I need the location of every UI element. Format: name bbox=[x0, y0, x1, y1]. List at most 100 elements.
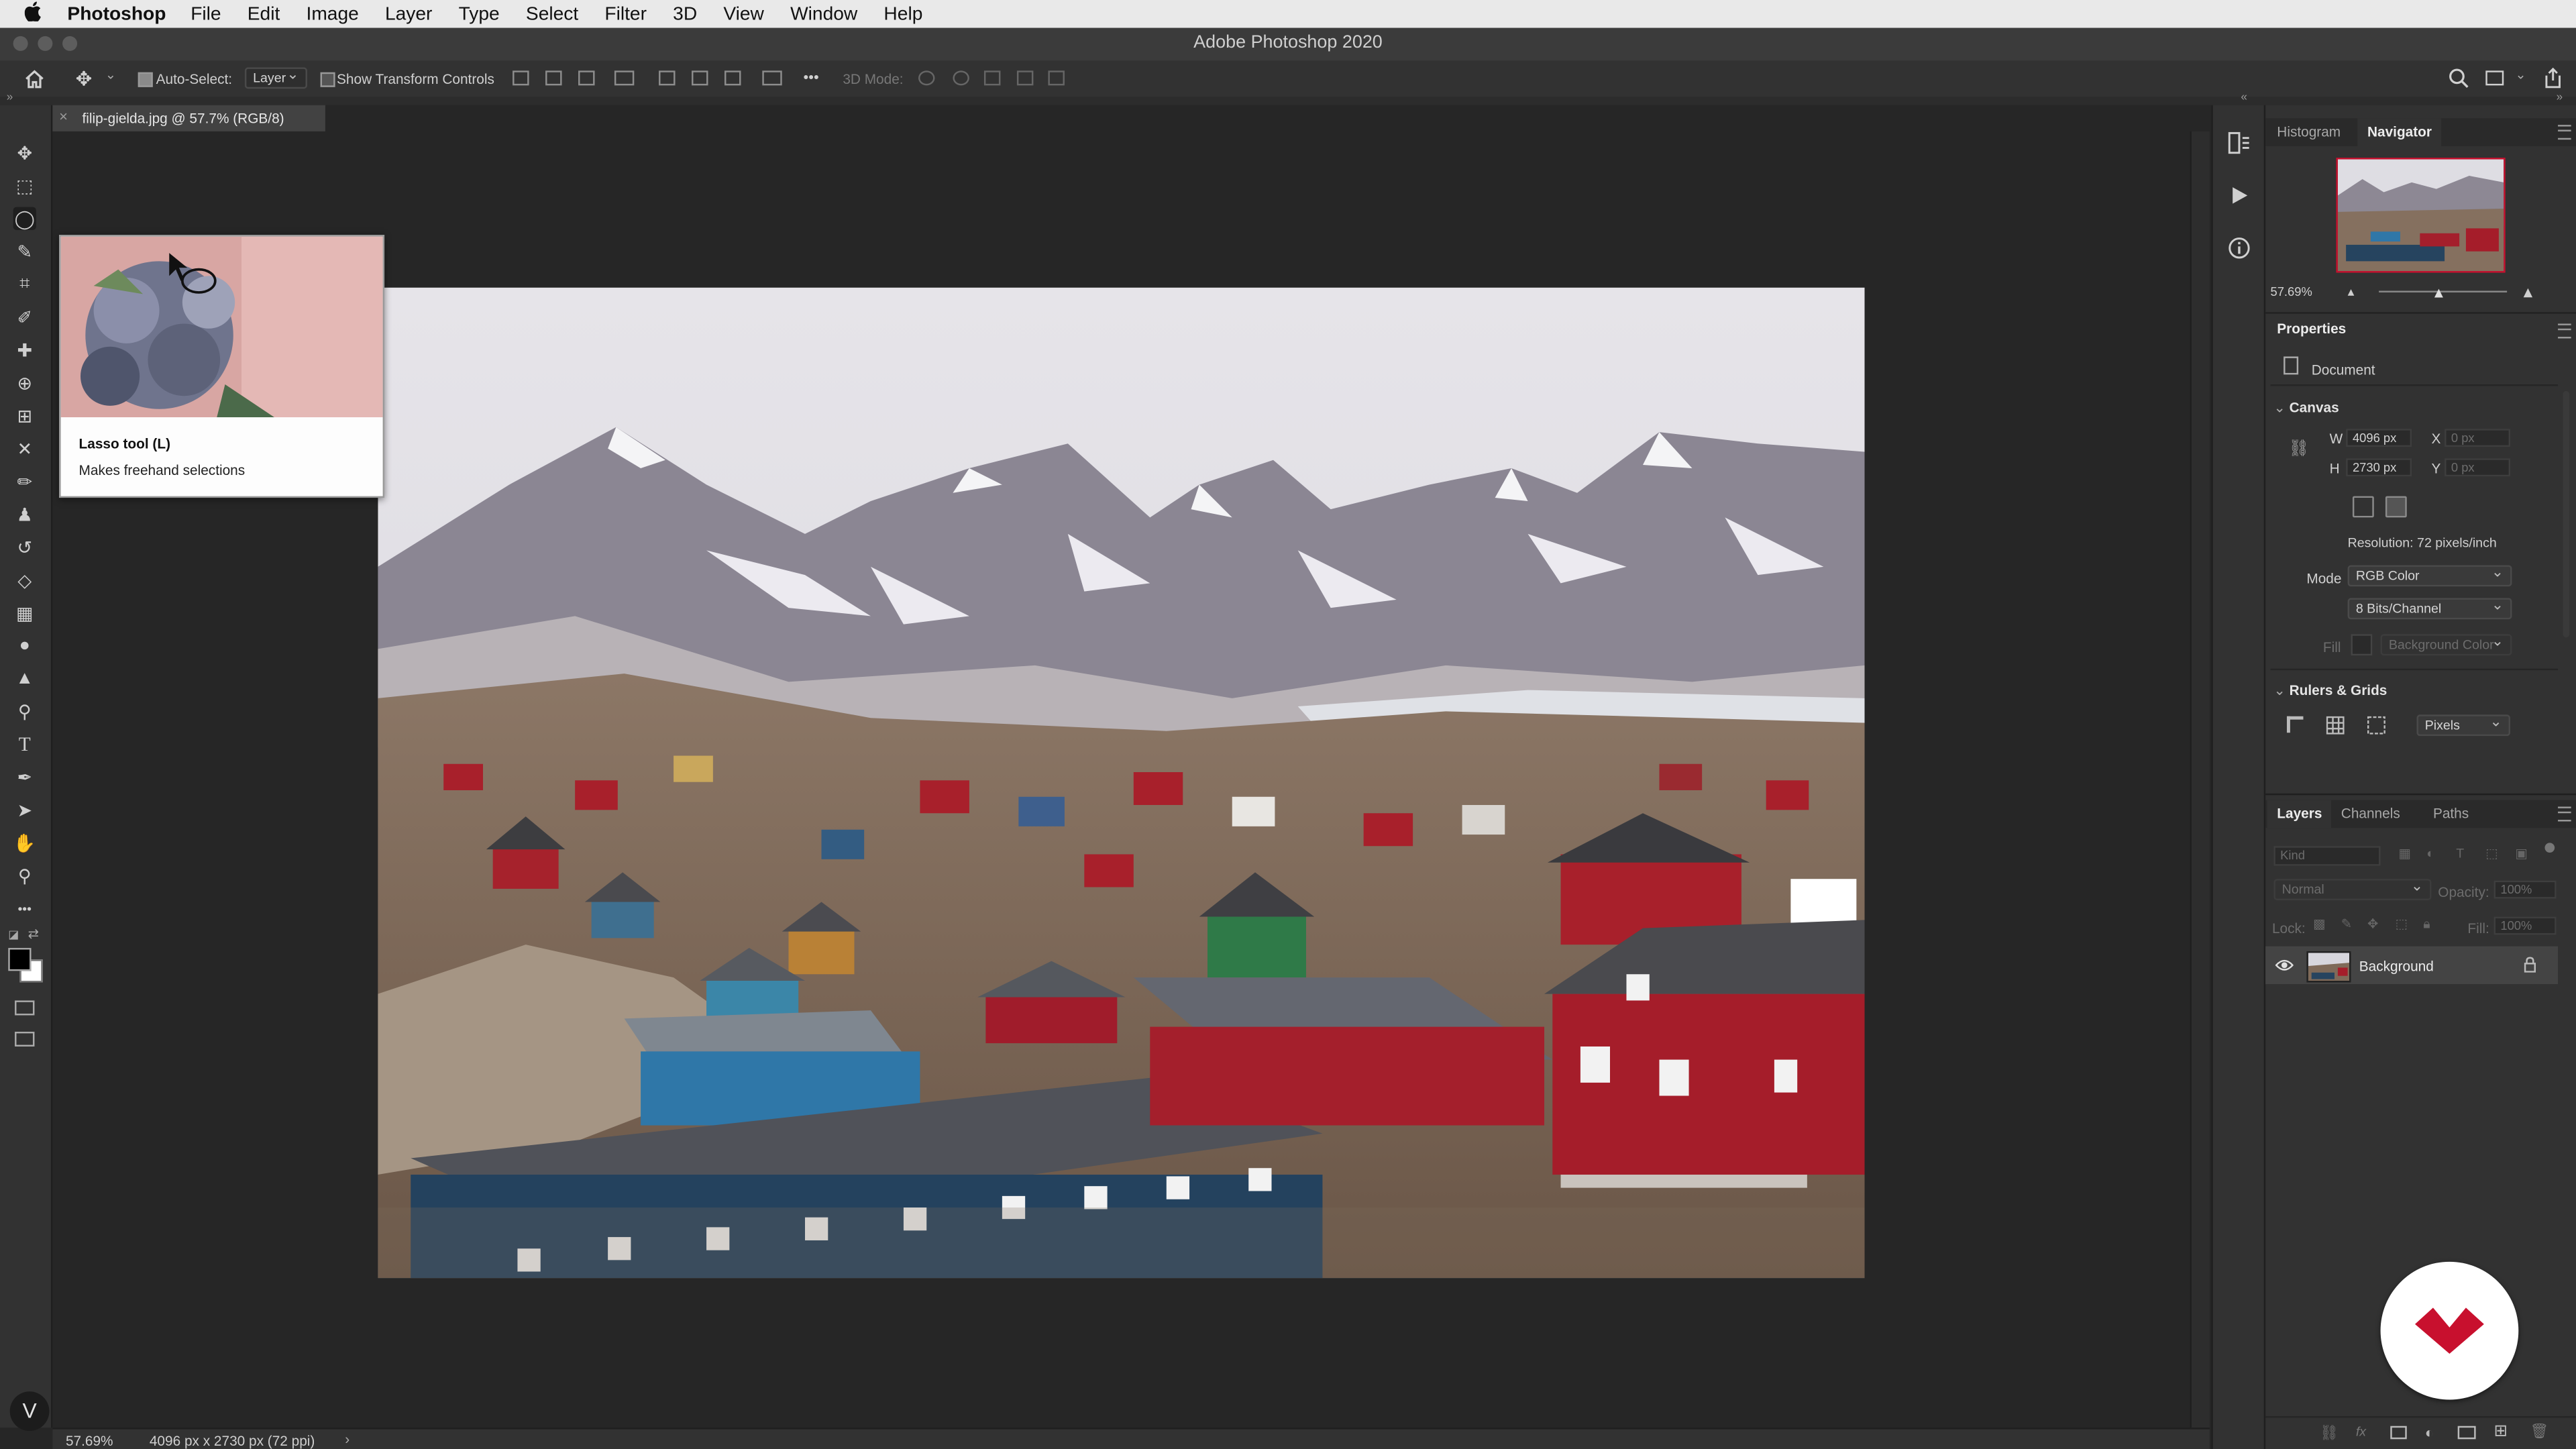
distribute-vertical-icon[interactable] bbox=[762, 70, 782, 86]
lock-all-icon[interactable]: 🔒︎ bbox=[2423, 917, 2430, 933]
distribute-icon[interactable] bbox=[614, 70, 635, 86]
rulers-icon[interactable] bbox=[2286, 716, 2304, 733]
healing-tool[interactable]: ⊕ bbox=[13, 371, 36, 394]
status-menu-arrow-icon[interactable]: › bbox=[345, 1431, 350, 1447]
blur-tool[interactable]: ● bbox=[13, 634, 36, 657]
properties-menu-icon[interactable] bbox=[2558, 323, 2571, 339]
zoom-out-icon[interactable]: ▴ bbox=[2348, 284, 2355, 299]
navigator-thumbnail[interactable] bbox=[2336, 158, 2506, 273]
link-layers-icon[interactable]: ⛓ bbox=[2320, 1424, 2339, 1442]
marquee-tool[interactable]: ⬚ bbox=[13, 174, 36, 197]
layers-menu-icon[interactable] bbox=[2558, 806, 2571, 822]
menu-file[interactable]: File bbox=[191, 4, 221, 23]
3d-roll-icon[interactable] bbox=[953, 70, 969, 86]
show-transform-checkbox[interactable] bbox=[320, 70, 335, 88]
clone-stamp-tool[interactable]: ♟ bbox=[13, 502, 36, 525]
bit-depth-dropdown[interactable]: 8 Bits/Channel bbox=[2347, 596, 2512, 620]
color-mode-dropdown[interactable]: RGB Color bbox=[2347, 564, 2512, 587]
filter-adjustment-icon[interactable]: ◐ bbox=[2426, 846, 2434, 861]
document-tab[interactable]: × filip-gielda.jpg @ 57.7% (RGB/8) bbox=[52, 105, 325, 131]
fill-swatch[interactable] bbox=[2351, 634, 2373, 656]
patch-tool[interactable]: ✕ bbox=[13, 437, 36, 460]
path-selection-tool[interactable]: ➤ bbox=[13, 798, 36, 821]
layer-name[interactable]: Background bbox=[2359, 958, 2434, 974]
eraser-tool[interactable]: ◇ bbox=[13, 568, 36, 591]
menu-view[interactable]: View bbox=[723, 4, 764, 23]
auto-select-checkbox[interactable] bbox=[138, 70, 153, 88]
height-field[interactable]: 2730 px bbox=[2346, 458, 2412, 477]
close-document-icon[interactable]: × bbox=[59, 109, 68, 125]
layer-lock-icon[interactable] bbox=[2524, 956, 2537, 973]
canvas-section-header[interactable]: Canvas bbox=[2273, 399, 2339, 417]
history-panel-icon[interactable] bbox=[2228, 131, 2251, 154]
navigator-zoom-value[interactable]: 57.69% bbox=[2270, 284, 2312, 299]
edit-toolbar[interactable]: ••• bbox=[13, 897, 36, 920]
3d-orbit-icon[interactable] bbox=[918, 70, 935, 86]
menu-filter[interactable]: Filter bbox=[604, 4, 647, 23]
3d-scale-icon[interactable] bbox=[1048, 70, 1065, 86]
type-tool[interactable]: T bbox=[13, 732, 36, 755]
canvas-scrollbar[interactable] bbox=[2190, 131, 2210, 1428]
actions-play-icon[interactable] bbox=[2228, 184, 2251, 207]
link-dimensions-icon[interactable]: ⛓ bbox=[2288, 440, 2309, 458]
filter-pixel-icon[interactable]: ▦ bbox=[2399, 846, 2412, 861]
status-zoom[interactable]: 57.69% bbox=[66, 1433, 113, 1449]
align-bottom-icon[interactable] bbox=[724, 70, 741, 86]
layer-style-icon[interactable]: fx bbox=[2356, 1424, 2366, 1439]
menu-help[interactable]: Help bbox=[883, 4, 922, 23]
grid-icon[interactable] bbox=[2326, 716, 2345, 735]
zoom-in-icon[interactable]: ▴ bbox=[2524, 281, 2533, 302]
guides-icon[interactable] bbox=[2367, 716, 2385, 735]
hand-tool[interactable]: ✋ bbox=[13, 831, 36, 854]
navigator-zoom-handle[interactable]: ▲ bbox=[2431, 284, 2446, 301]
x-field[interactable]: 0 px bbox=[2445, 429, 2511, 447]
move-tool[interactable]: ✥ bbox=[13, 142, 36, 164]
tool-preset-chevron-icon[interactable]: ⌄ bbox=[105, 67, 116, 82]
document-image[interactable] bbox=[378, 287, 1865, 1279]
default-colors-icon[interactable]: ◪ bbox=[8, 928, 19, 941]
new-group-icon[interactable] bbox=[2457, 1426, 2476, 1440]
menu-select[interactable]: Select bbox=[526, 4, 578, 23]
menu-window[interactable]: Window bbox=[790, 4, 857, 23]
filter-smart-object-icon[interactable]: ▣ bbox=[2515, 846, 2528, 861]
align-middle-icon[interactable] bbox=[692, 70, 708, 86]
lock-transparent-icon[interactable]: ▩ bbox=[2313, 917, 2326, 932]
workspace-icon[interactable] bbox=[2485, 70, 2504, 86]
layer-fill-field[interactable]: 100% bbox=[2493, 916, 2557, 935]
share-icon[interactable] bbox=[2543, 67, 2563, 89]
add-mask-icon[interactable] bbox=[2390, 1426, 2407, 1440]
expand-panels-icon[interactable]: » bbox=[2557, 92, 2563, 103]
quick-mask-icon[interactable] bbox=[15, 1000, 35, 1016]
layer-filter-kind[interactable]: Kind bbox=[2273, 846, 2381, 866]
new-layer-icon[interactable]: ⊞ bbox=[2494, 1423, 2508, 1441]
quick-selection-tool[interactable]: ✎ bbox=[13, 240, 36, 263]
menu-image[interactable]: Image bbox=[307, 4, 359, 23]
opacity-field[interactable]: 100% bbox=[2493, 880, 2557, 899]
expand-toolbar-icon[interactable]: » bbox=[7, 92, 13, 103]
fill-dropdown[interactable]: Background Color bbox=[2380, 633, 2512, 656]
align-right-icon[interactable] bbox=[578, 70, 595, 86]
eyedropper-tool[interactable]: ✐ bbox=[13, 306, 36, 329]
y-field[interactable]: 0 px bbox=[2445, 458, 2511, 477]
rulers-grids-section-header[interactable]: Rulers & Grids bbox=[2273, 682, 2387, 700]
landscape-orientation-button[interactable] bbox=[2385, 496, 2407, 518]
width-field[interactable]: 4096 px bbox=[2346, 429, 2412, 447]
menu-layer[interactable]: Layer bbox=[385, 4, 432, 23]
lock-artboard-icon[interactable]: ⬚ bbox=[2396, 917, 2408, 932]
3d-pan-icon[interactable] bbox=[983, 70, 1001, 86]
move-tool-icon[interactable]: ✥ bbox=[76, 67, 99, 90]
swap-colors-icon[interactable]: ⇄ bbox=[28, 926, 39, 941]
menu-3d[interactable]: 3D bbox=[673, 4, 697, 23]
menu-edit[interactable]: Edit bbox=[248, 4, 280, 23]
navigator-menu-icon[interactable] bbox=[2558, 125, 2571, 140]
portrait-orientation-button[interactable] bbox=[2352, 496, 2374, 518]
lasso-tool[interactable]: ◯ bbox=[13, 207, 36, 230]
ruler-units-dropdown[interactable]: Pixels bbox=[2416, 713, 2511, 737]
tab-layers[interactable]: Layers bbox=[2267, 800, 2332, 828]
collapse-panels-icon[interactable]: « bbox=[2241, 92, 2247, 103]
crop-tool[interactable]: ⌗ bbox=[13, 273, 36, 296]
info-panel-icon[interactable] bbox=[2228, 237, 2251, 260]
lock-image-icon[interactable]: ✎ bbox=[2341, 917, 2352, 932]
frame-tool[interactable]: ⊞ bbox=[13, 404, 36, 427]
blend-mode-dropdown[interactable]: Normal bbox=[2273, 877, 2432, 901]
